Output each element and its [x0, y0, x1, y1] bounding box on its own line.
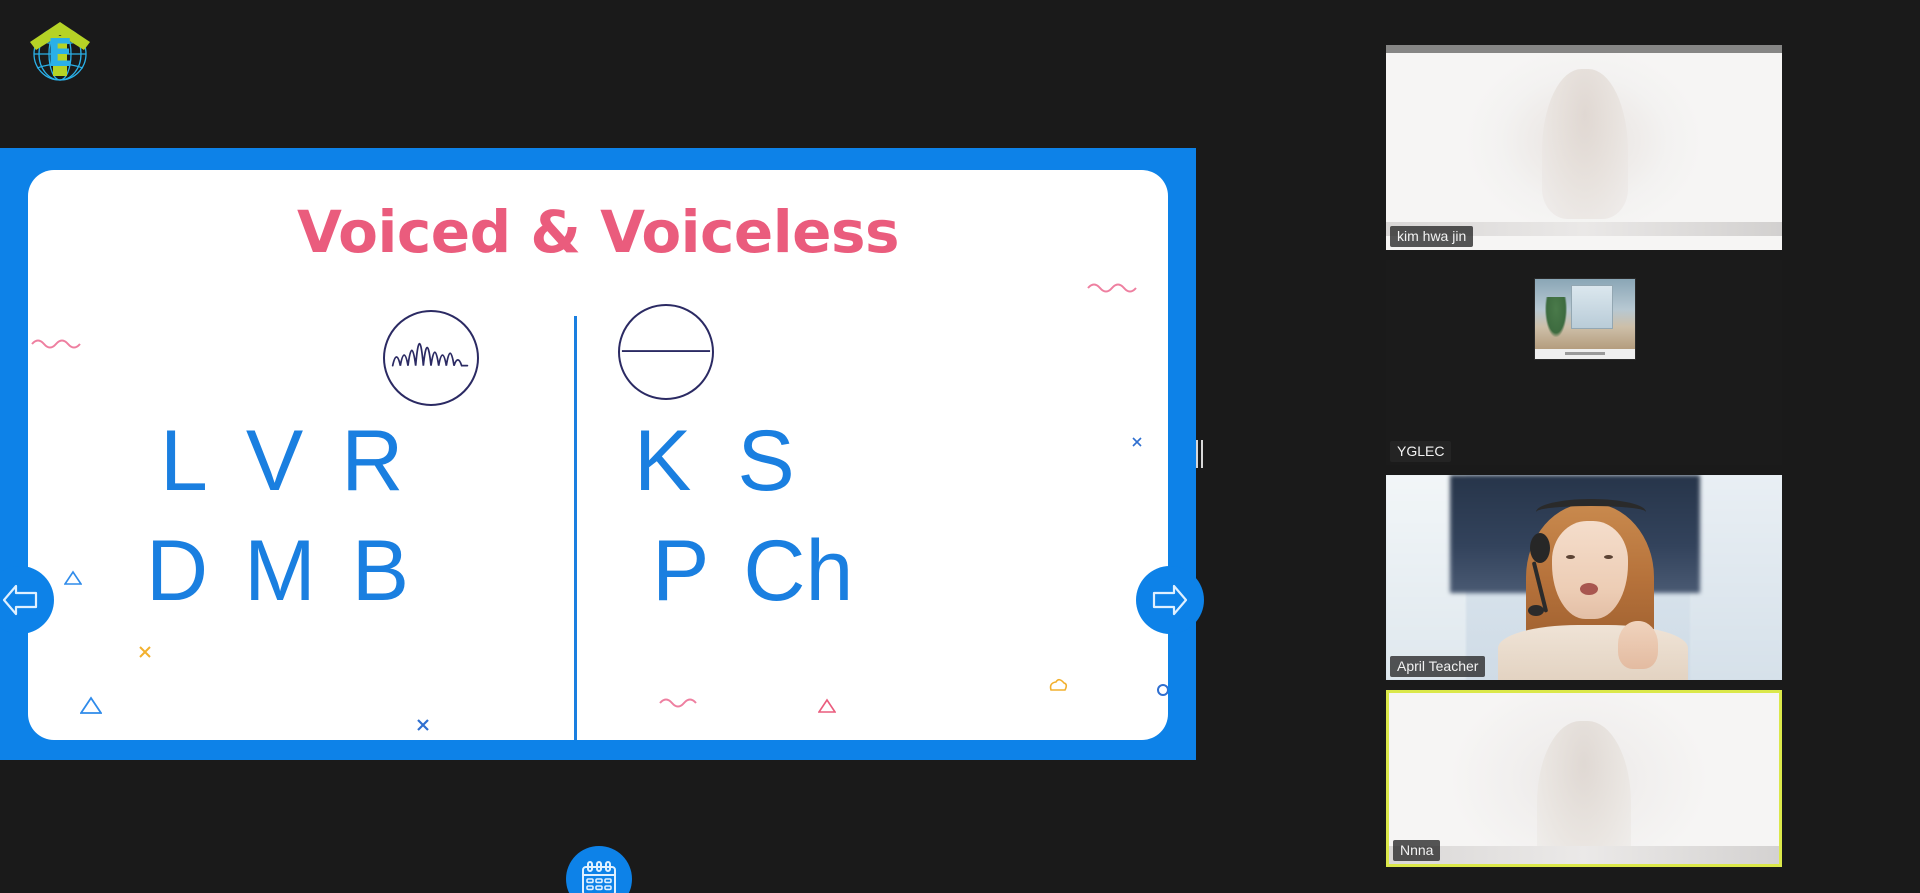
voiceless-letters-group: KS P Ch	[628, 418, 1028, 614]
column-divider	[574, 316, 577, 740]
video-feed	[1389, 693, 1779, 864]
letter: Ch	[743, 523, 854, 619]
organization-logo: E	[22, 14, 98, 90]
circle-decoration	[1156, 683, 1168, 702]
cloud-decoration	[1048, 678, 1068, 697]
squiggle-decoration	[1086, 280, 1142, 298]
next-slide-button[interactable]	[1136, 566, 1204, 634]
video-feed	[1386, 475, 1782, 680]
letter: M	[244, 523, 316, 619]
squiggle-decoration	[30, 336, 86, 354]
screen-root: E Voiced & Voiceless LVR D M B K S P Ch …	[0, 0, 1920, 893]
calendar-icon	[582, 861, 616, 893]
cross-decoration	[416, 718, 430, 737]
letter: S	[737, 413, 795, 509]
letter: P	[652, 523, 710, 619]
triangle-decoration	[63, 570, 83, 591]
participant-name: Nnna	[1393, 839, 1441, 861]
pause-bars-icon[interactable]	[1196, 440, 1204, 468]
voiced-letters-group: LVR DMB	[146, 418, 546, 614]
calendar-button[interactable]	[566, 846, 632, 893]
participant-tile[interactable]: YGLEC	[1386, 260, 1782, 465]
letter: B	[351, 523, 410, 619]
letter: K	[634, 413, 692, 509]
participant-name: April Teacher	[1390, 655, 1486, 677]
triangle-decoration	[79, 695, 103, 720]
cross-decoration	[138, 645, 152, 664]
letter: V	[245, 413, 304, 509]
flatline-circle-icon	[618, 304, 714, 400]
letter: D	[146, 523, 209, 619]
participant-tile[interactable]: kim hwa jin	[1386, 45, 1782, 250]
video-feed	[1386, 260, 1782, 465]
voiceless-letters-row-1: KS	[628, 418, 1028, 504]
waveform-circle-icon	[383, 310, 479, 406]
participant-name: YGLEC	[1390, 440, 1452, 462]
video-feed	[1386, 45, 1782, 250]
letter: L	[160, 413, 208, 509]
participant-name: kim hwa jin	[1390, 225, 1474, 247]
participant-tile-active-speaker[interactable]: Nnna	[1386, 690, 1782, 867]
arrow-left-icon	[2, 584, 38, 616]
x-decoration	[1131, 435, 1143, 453]
shared-screen-thumbnail	[1534, 278, 1636, 360]
slide-canvas: Voiced & Voiceless LVR DMB K S P Ch	[28, 170, 1168, 740]
arrow-right-icon	[1152, 584, 1188, 616]
voiceless-letters-row-2: P Ch	[628, 528, 1028, 614]
voiced-letters-row-1: LVR	[146, 418, 546, 504]
logo-letter: E	[47, 31, 73, 75]
participant-video-strip: kim hwa jin YGLEC April Teacher Nnna	[1386, 45, 1782, 867]
squiggle-decoration	[658, 695, 698, 713]
letter: R	[341, 413, 404, 509]
voiced-letters-row-2: DMB	[146, 528, 546, 614]
slide-title: Voiced & Voiceless	[296, 198, 900, 266]
participant-tile[interactable]: April Teacher	[1386, 475, 1782, 680]
triangle-decoration	[817, 698, 837, 719]
presentation-slide-frame: Voiced & Voiceless LVR DMB K S P Ch	[0, 148, 1204, 893]
